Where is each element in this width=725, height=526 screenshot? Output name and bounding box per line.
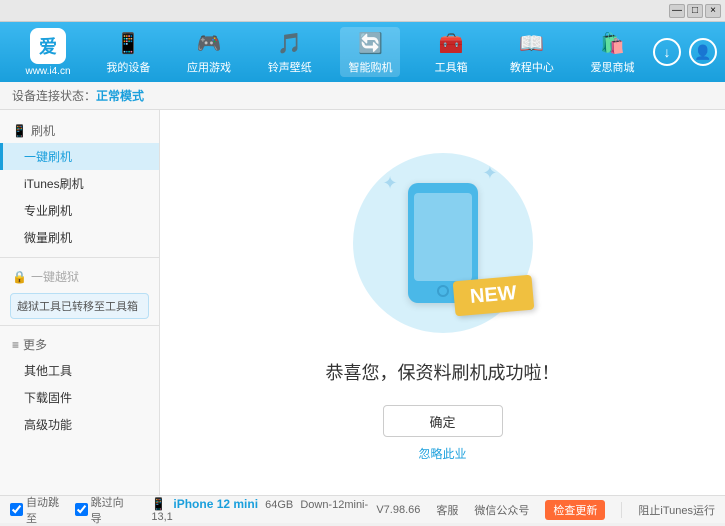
device-icon: 📱 (114, 29, 142, 57)
sidebar-section-title-more: ≡ 更多 (0, 332, 159, 357)
flash-section-label: 刷机 (31, 122, 55, 139)
content-area: ✦ ✦ NEW 恭喜您，保资料刷机成功啦！ 确定 忽略此业 (160, 110, 725, 495)
bottom-bar: 自动跳至 跳过向导 📱 iPhone 12 mini 64GB Down-12m… (0, 495, 725, 523)
sparkle-2: ✦ (482, 163, 497, 184)
nav-label: 智能购机 (348, 59, 392, 75)
sidebar-section-flash: 📱 刷机 一键刷机 iTunes刷机 专业刷机 微量刷机 (0, 118, 159, 251)
phone-icon-small: 📱 (151, 497, 166, 511)
nav-right: ↓ 👤 (653, 38, 717, 66)
jailbreak-label: 一键越狱 (31, 268, 79, 285)
sidebar-section-title-flash: 📱 刷机 (0, 118, 159, 143)
nav-item-my-device[interactable]: 📱 我的设备 (98, 29, 158, 75)
nav-label: 应用游戏 (187, 59, 231, 75)
sidebar-section-more: ≡ 更多 其他工具 下载固件 高级功能 (0, 332, 159, 438)
check-update-button[interactable]: 检查更新 (545, 500, 605, 520)
nav-logo: 爱 www.i4.cn (8, 28, 88, 77)
confirm-button[interactable]: 确定 (383, 405, 503, 437)
flash-section-icon: 📱 (12, 124, 27, 138)
device-info: 📱 iPhone 12 mini 64GB Down-12mini-13,1 (151, 497, 376, 523)
auto-jump-label: 自动跳至 (26, 494, 67, 526)
shop-icon: 🛍️ (599, 29, 627, 57)
sidebar: 📱 刷机 一键刷机 iTunes刷机 专业刷机 微量刷机 🔒 一键越狱 (0, 110, 160, 495)
nav-items: 📱 我的设备 🎮 应用游戏 🎵 铃声壁纸 🔄 智能购机 🧰 工具箱 📖 教程中心… (88, 27, 653, 77)
stop-itunes-button[interactable]: 阻止iTunes运行 (638, 505, 715, 517)
status-label: 设备连接状态： (12, 87, 96, 104)
nav-item-official-shop[interactable]: 🛍️ 爱思商城 (583, 29, 643, 75)
nav-item-tutorial[interactable]: 📖 教程中心 (502, 29, 562, 75)
user-button[interactable]: 👤 (689, 38, 717, 66)
skip-guide-label: 跳过向导 (91, 494, 132, 526)
wechat-link[interactable]: 微信公众号 (474, 502, 529, 518)
status-value: 正常模式 (96, 87, 144, 104)
skip-guide-checkbox-label[interactable]: 跳过向导 (75, 494, 132, 526)
more-label: 更多 (23, 336, 47, 353)
nav-bar: 爱 www.i4.cn 📱 我的设备 🎮 应用游戏 🎵 铃声壁纸 🔄 智能购机 … (0, 22, 725, 82)
minimize-button[interactable]: — (669, 4, 685, 18)
tutorial-icon: 📖 (518, 29, 546, 57)
nav-label: 爱思商城 (591, 59, 635, 75)
new-badge: NEW (452, 275, 533, 317)
nav-label: 铃声壁纸 (268, 59, 312, 75)
bottom-left: 自动跳至 跳过向导 📱 iPhone 12 mini 64GB Down-12m… (10, 494, 376, 526)
main-layout: 📱 刷机 一键刷机 iTunes刷机 专业刷机 微量刷机 🔒 一键越狱 (0, 110, 725, 495)
device-name: iPhone 12 mini (173, 497, 258, 511)
smart-shop-icon: 🔄 (356, 29, 384, 57)
sidebar-item-itunes-flash[interactable]: iTunes刷机 (0, 170, 159, 197)
nav-label: 工具箱 (435, 59, 468, 75)
phone-screen (414, 193, 472, 281)
logo-icon: 爱 (30, 28, 66, 64)
sparkle-1: ✦ (383, 173, 398, 194)
status-bar: 设备连接状态： 正常模式 (0, 82, 725, 110)
skip-guide-checkbox[interactable] (75, 503, 88, 516)
sidebar-divider-2 (0, 325, 159, 326)
nav-label: 我的设备 (106, 59, 150, 75)
nav-label: 教程中心 (510, 59, 554, 75)
sidebar-section-title-jailbreak: 🔒 一键越狱 (0, 264, 159, 289)
lock-icon: 🔒 (12, 270, 27, 284)
sidebar-item-download-firmware[interactable]: 下载固件 (0, 384, 159, 411)
sidebar-item-advanced[interactable]: 高级功能 (0, 411, 159, 438)
version-text: V7.98.66 (376, 504, 420, 516)
sidebar-item-pro-flash[interactable]: 专业刷机 (0, 197, 159, 224)
nav-item-smart-shop[interactable]: 🔄 智能购机 (340, 27, 400, 77)
device-storage: 64GB (265, 499, 293, 511)
nav-item-toolbox[interactable]: 🧰 工具箱 (421, 29, 481, 75)
download-button[interactable]: ↓ (653, 38, 681, 66)
nav-item-ringtones[interactable]: 🎵 铃声壁纸 (260, 29, 320, 75)
toolbox-icon: 🧰 (437, 29, 465, 57)
bottom-right: V7.98.66 客服 微信公众号 检查更新 (376, 500, 605, 520)
hero-illustration: ✦ ✦ NEW (343, 143, 543, 343)
sidebar-divider-1 (0, 257, 159, 258)
sidebar-section-jailbreak: 🔒 一键越狱 越狱工具已转移至工具箱 (0, 264, 159, 319)
sidebar-item-onekey-flash[interactable]: 一键刷机 (0, 143, 159, 170)
phone-home-button (437, 285, 449, 297)
ignore-link[interactable]: 忽略此业 (418, 445, 466, 462)
stop-itunes-area: 阻止iTunes运行 (621, 502, 715, 518)
more-icon: ≡ (12, 338, 19, 352)
sidebar-item-other-tools[interactable]: 其他工具 (0, 357, 159, 384)
maximize-button[interactable]: □ (687, 4, 703, 18)
logo-text: www.i4.cn (25, 66, 70, 77)
auto-jump-checkbox-label[interactable]: 自动跳至 (10, 494, 67, 526)
customer-service-link[interactable]: 客服 (436, 502, 458, 518)
close-button[interactable]: × (705, 4, 721, 18)
sidebar-item-restore-flash[interactable]: 微量刷机 (0, 224, 159, 251)
jailbreak-notice: 越狱工具已转移至工具箱 (10, 293, 149, 319)
auto-jump-checkbox[interactable] (10, 503, 23, 516)
success-text: 恭喜您，保资料刷机成功啦！ (326, 359, 560, 385)
title-bar: — □ × (0, 0, 725, 22)
nav-item-apps[interactable]: 🎮 应用游戏 (179, 29, 239, 75)
apps-icon: 🎮 (195, 29, 223, 57)
ringtones-icon: 🎵 (276, 29, 304, 57)
